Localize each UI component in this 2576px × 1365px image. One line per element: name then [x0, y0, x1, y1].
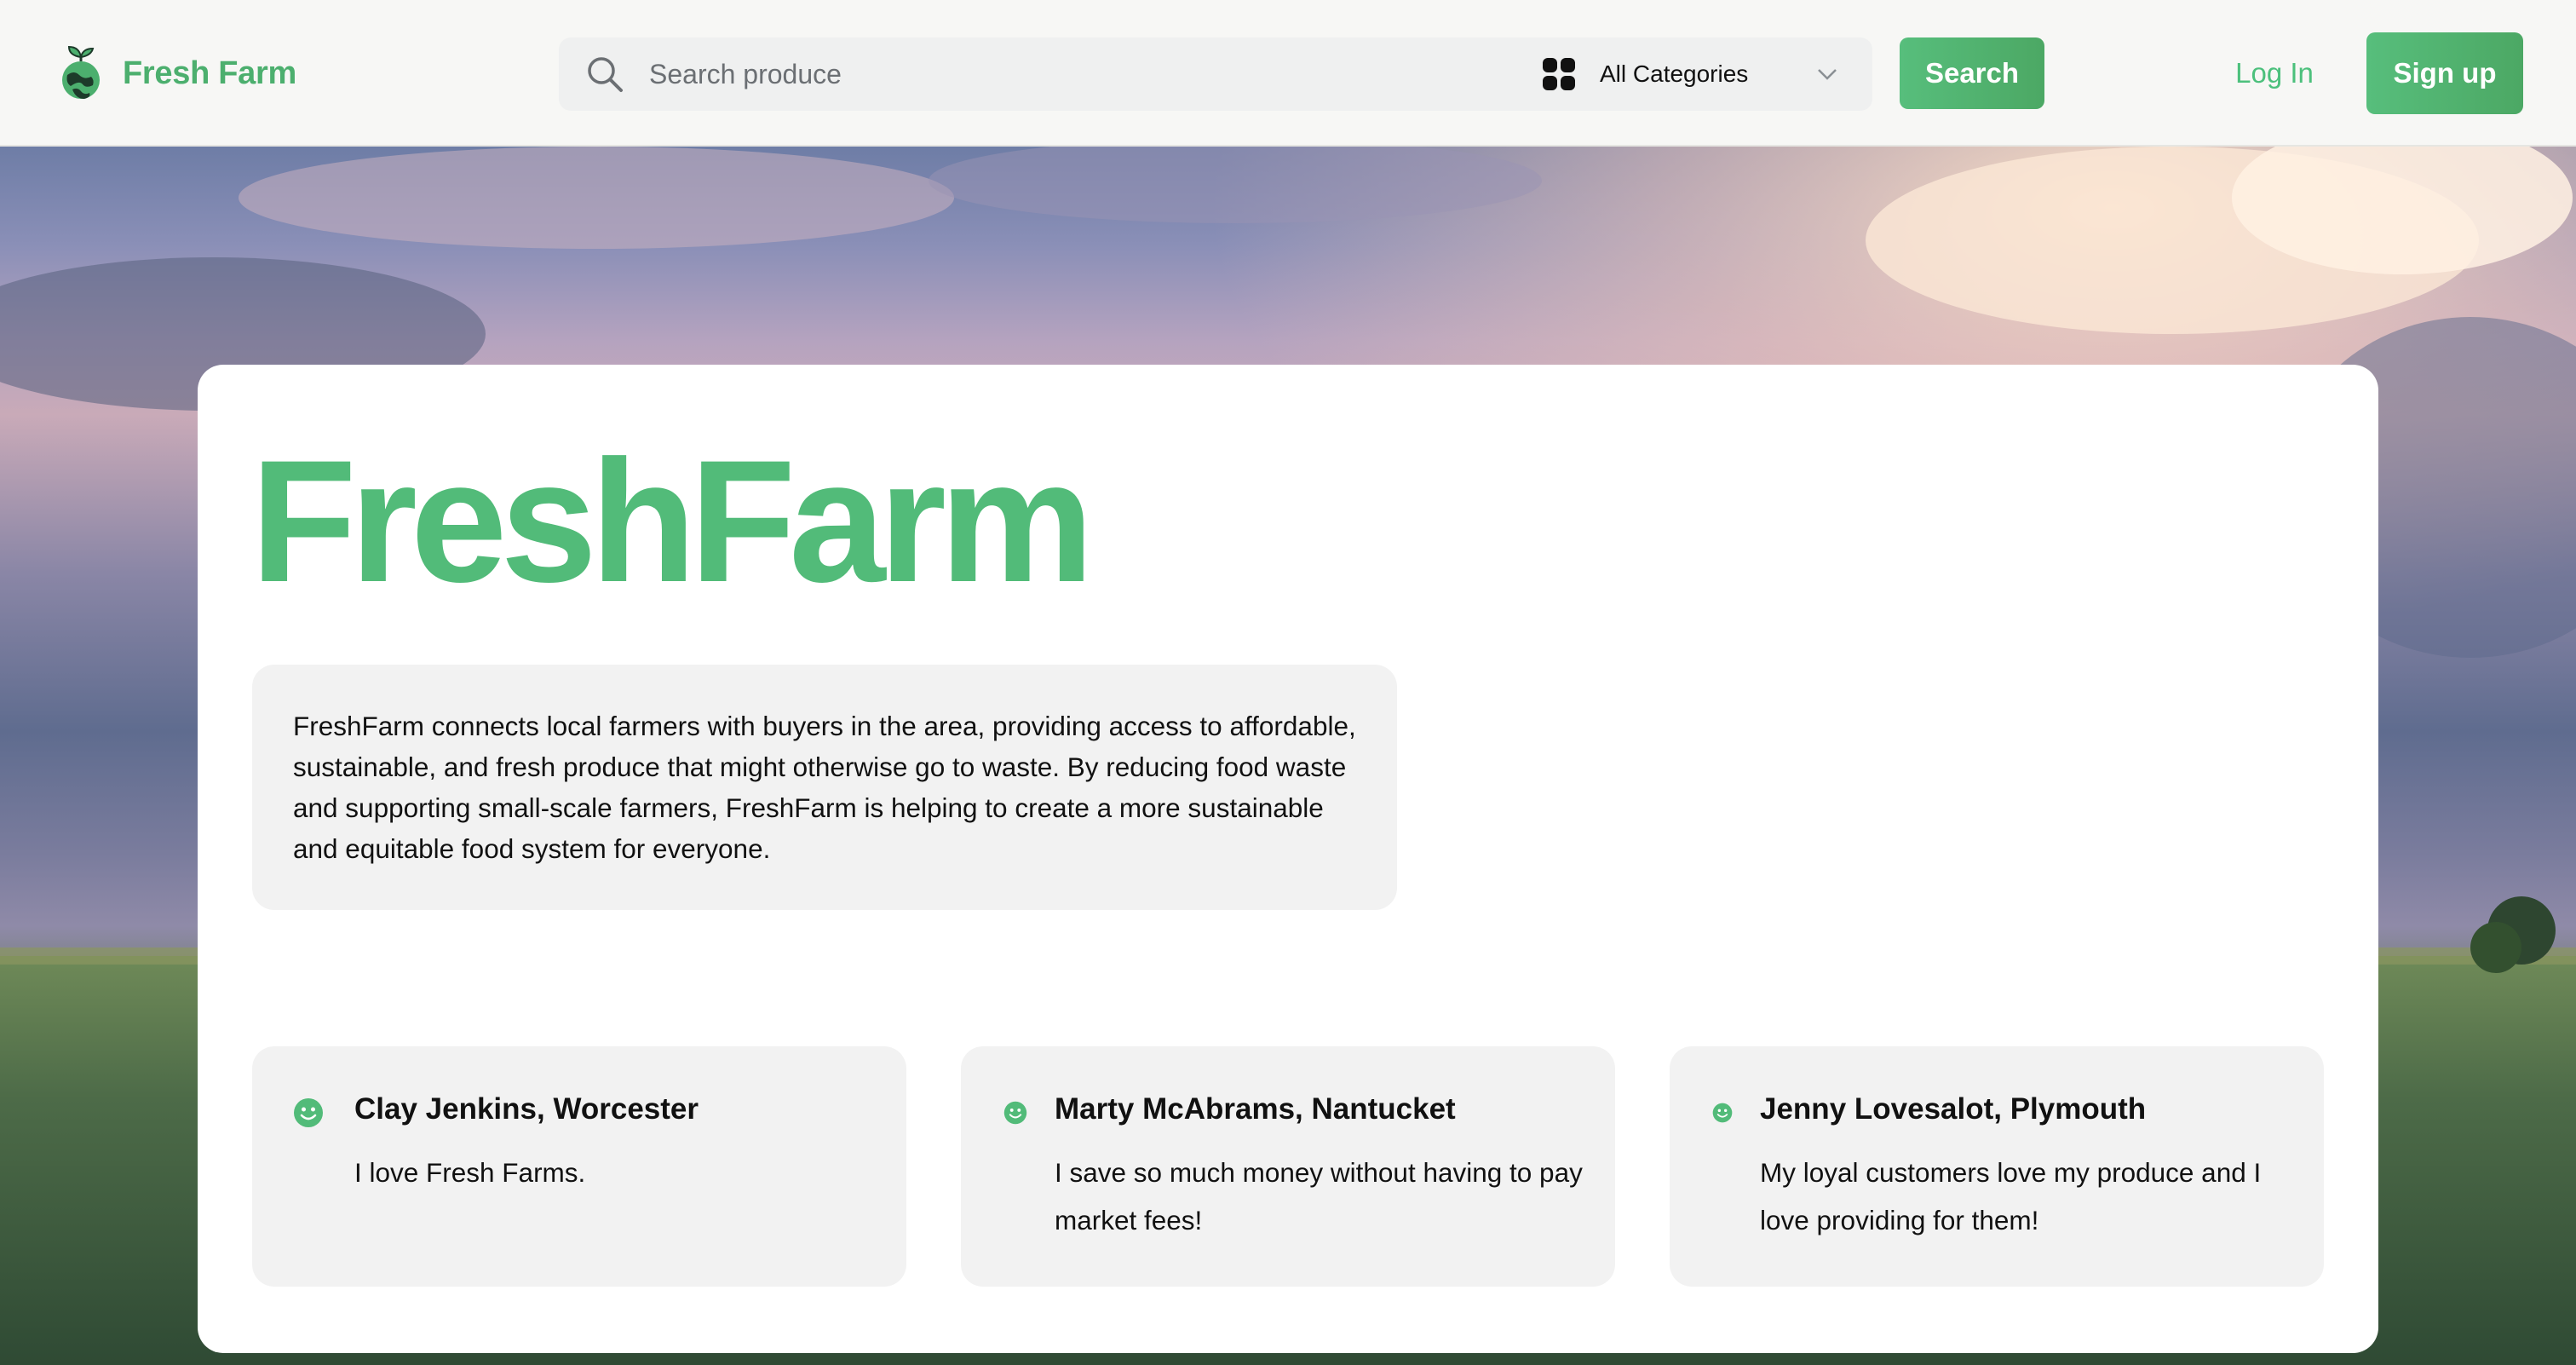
smile-icon	[294, 1098, 323, 1127]
grid-icon	[1543, 58, 1575, 90]
testimonial-name: Jenny Lovesalot, Plymouth	[1760, 1092, 2147, 1126]
category-select[interactable]: All Categories	[1542, 37, 1872, 111]
hero-card: FreshFarm FreshFarm connects local farme…	[198, 365, 2378, 1353]
top-nav: Fresh Farm All Categories Search Log In …	[0, 0, 2576, 147]
about-text: FreshFarm connects local farmers with bu…	[293, 711, 1356, 864]
testimonial-quote: I love Fresh Farms.	[354, 1157, 586, 1188]
testimonial-name: Clay Jenkins, Worcester	[354, 1092, 699, 1126]
search-bar: All Categories	[559, 37, 1872, 111]
brand-link[interactable]: Fresh Farm	[60, 44, 296, 102]
testimonial-quote: My loyal customers love my produce and I…	[1760, 1157, 2262, 1235]
category-label: All Categories	[1600, 60, 1749, 87]
sprout-globe-icon	[62, 45, 100, 99]
testimonials-row: Clay Jenkins, Worcester I love Fresh Far…	[252, 1046, 2327, 1287]
about-panel: FreshFarm connects local farmers with bu…	[252, 665, 1397, 910]
testimonial-card: Jenny Lovesalot, Plymouth My loyal custo…	[1670, 1046, 2324, 1287]
smile-icon	[1003, 1101, 1027, 1125]
testimonial-card: Marty McAbrams, Nantucket I save so much…	[961, 1046, 1615, 1287]
testimonial-quote: I save so much money without having to p…	[1055, 1157, 1583, 1235]
search-icon	[588, 57, 623, 92]
brand-name: Fresh Farm	[123, 55, 296, 91]
testimonial-card: Clay Jenkins, Worcester I love Fresh Far…	[252, 1046, 906, 1287]
page-title: FreshFarm	[250, 424, 1094, 619]
signup-button[interactable]: Sign up	[2366, 32, 2523, 114]
testimonial-name: Marty McAbrams, Nantucket	[1055, 1092, 1456, 1126]
search-input[interactable]	[649, 37, 1228, 111]
chevron-down-icon	[1818, 69, 1837, 80]
login-link[interactable]: Log In	[2215, 37, 2334, 109]
smile-icon	[1712, 1103, 1733, 1123]
search-button[interactable]: Search	[1900, 37, 2044, 109]
